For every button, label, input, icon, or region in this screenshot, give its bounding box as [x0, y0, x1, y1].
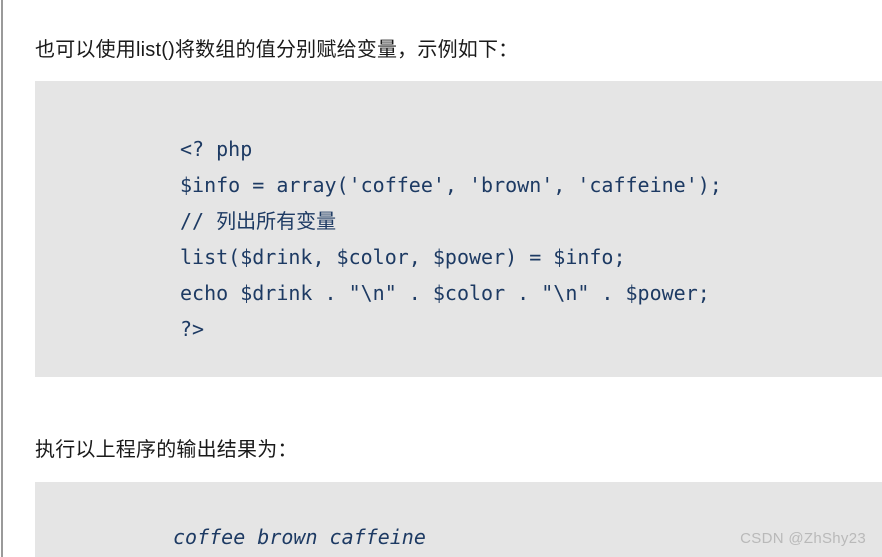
code-line: $info = array('coffee', 'brown', 'caffei…: [180, 173, 722, 197]
output-line: coffee brown caffeine: [173, 525, 426, 549]
code-line: echo $drink . "\n" . $color . "\n" . $po…: [180, 281, 710, 305]
csdn-watermark: CSDN @ZhShy23: [740, 530, 866, 547]
intro-paragraph: 也可以使用list()将数组的值分别赋给变量，示例如下：: [35, 39, 519, 61]
code-line: list($drink, $color, $power) = $info;: [180, 245, 626, 269]
code-line: ?>: [180, 317, 205, 341]
code-line: <? php: [180, 137, 253, 161]
code-block-content: <? php $info = array('coffee', 'brown', '…: [180, 131, 722, 347]
article-page: 也可以使用list()将数组的值分别赋给变量，示例如下： <? php $info…: [0, 0, 882, 557]
code-block-php: <? php $info = array('coffee', 'brown', '…: [35, 81, 882, 377]
result-label-paragraph: 执行以上程序的输出结果为：: [35, 439, 298, 461]
left-edge-rule: [1, 0, 3, 557]
code-line: // 列出所有变量: [180, 209, 337, 233]
output-block-content: coffee brown caffeine: [173, 520, 426, 554]
